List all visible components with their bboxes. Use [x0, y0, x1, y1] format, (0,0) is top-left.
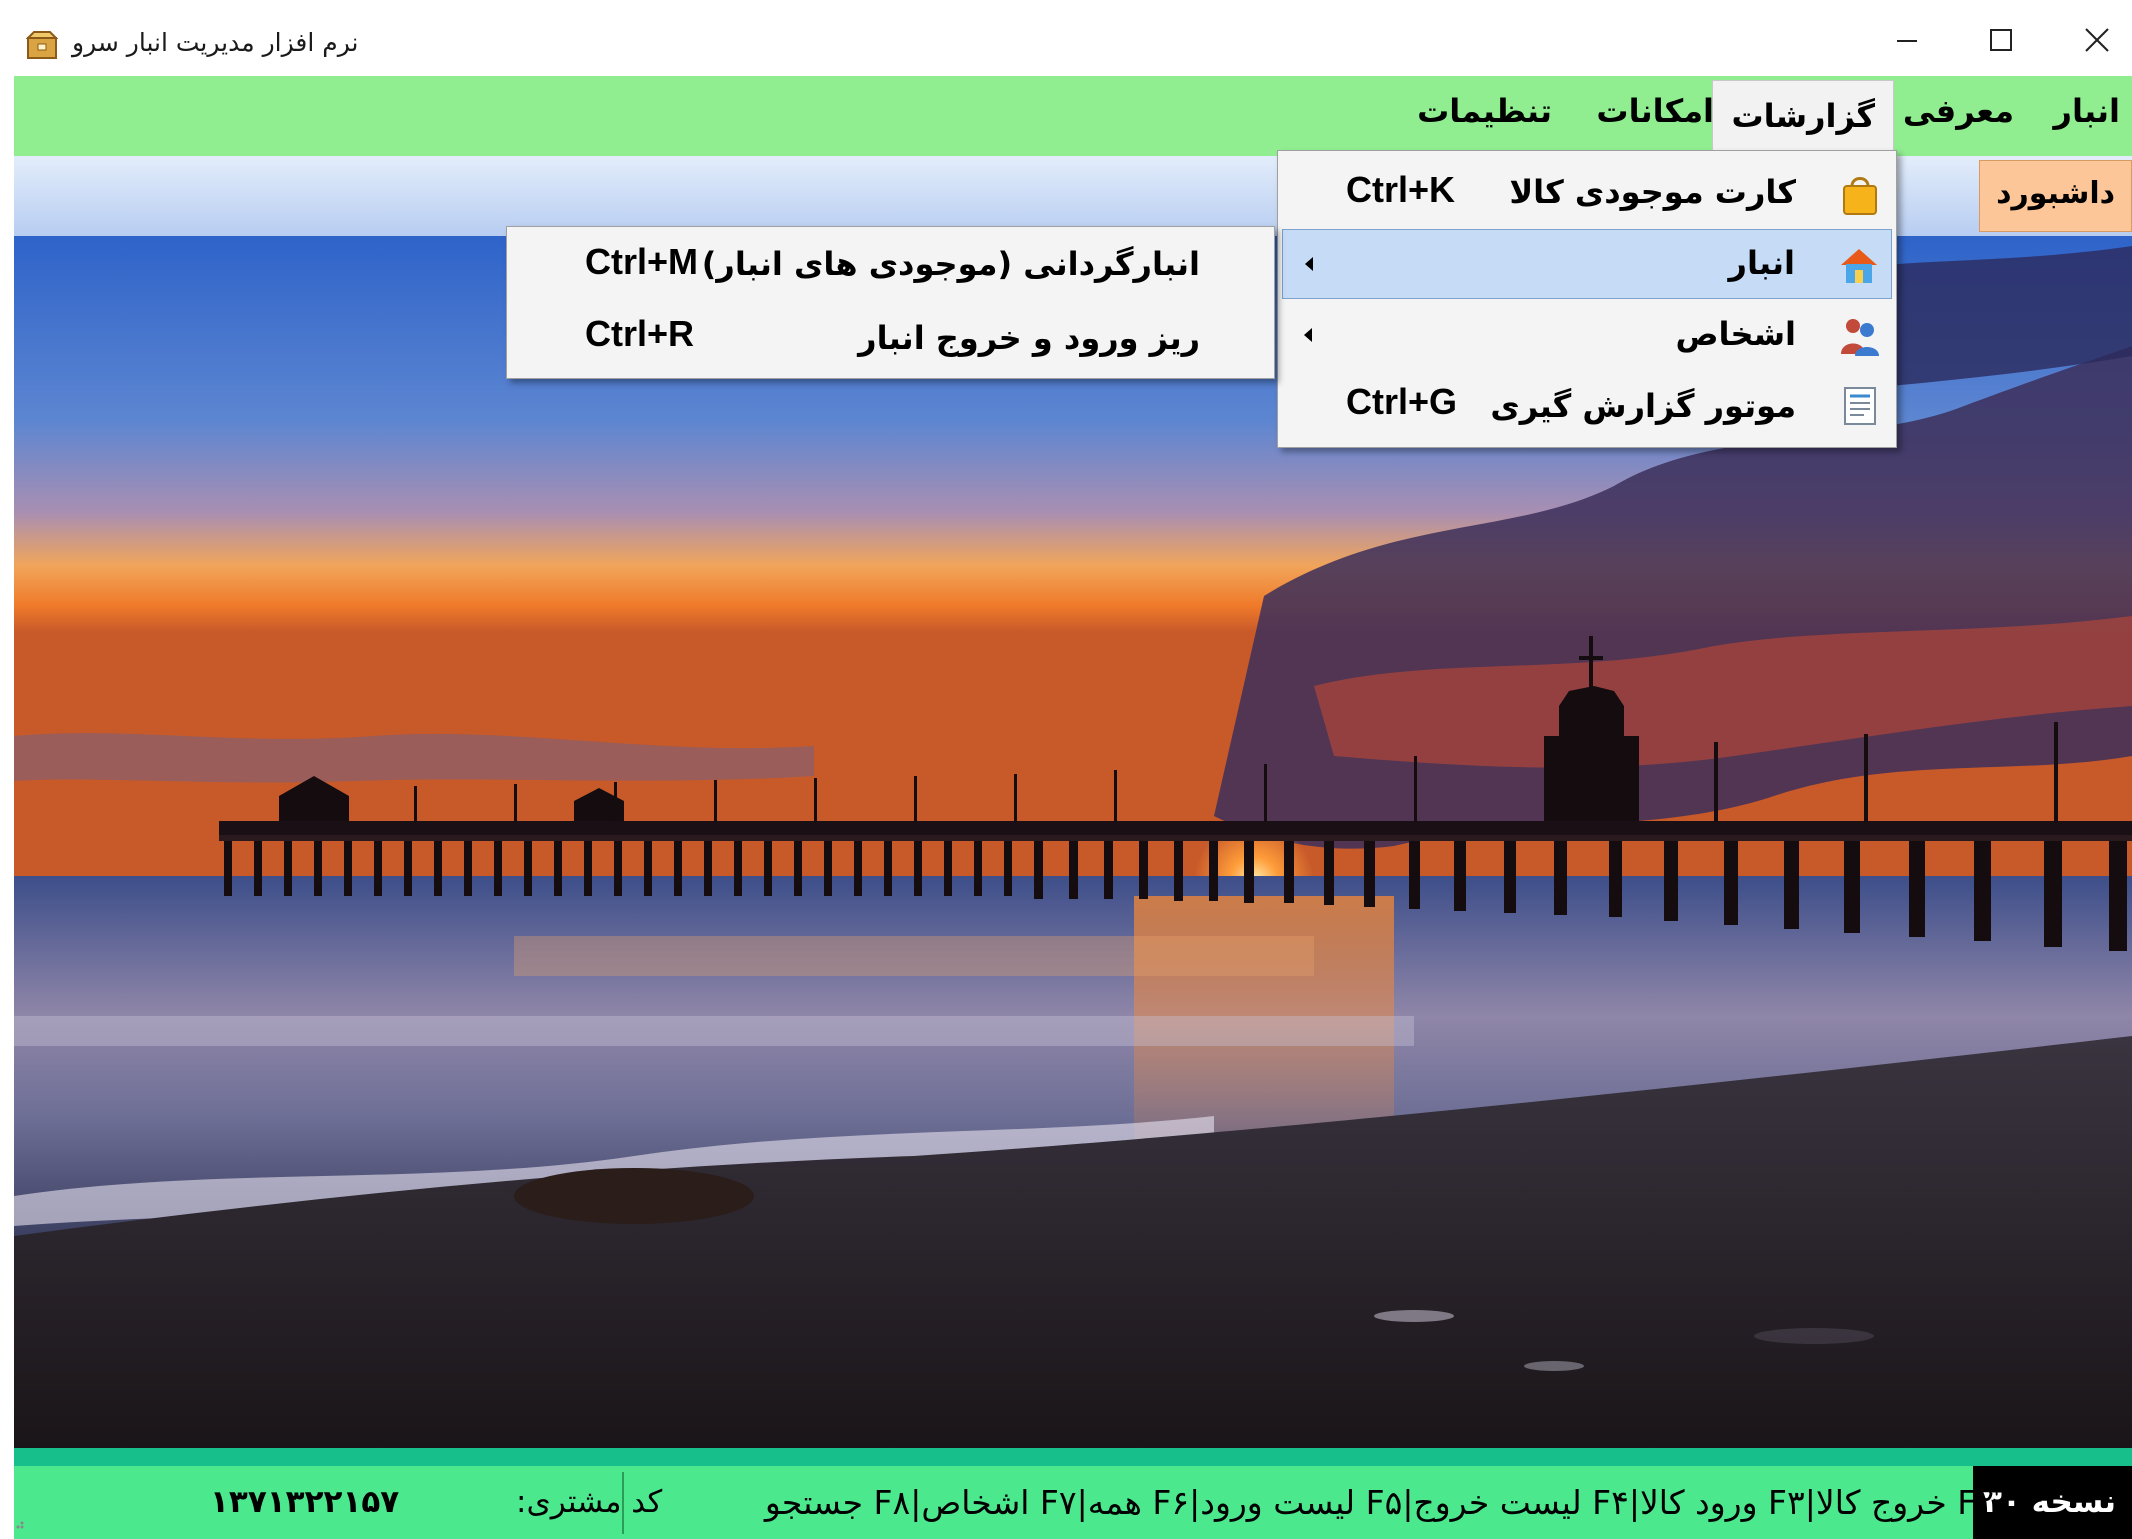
- menu-item-warehouse-movements[interactable]: ریز ورود و خروج انبار Ctrl+R: [511, 303, 1270, 373]
- menu-item-label: موتور گزارش گیری: [1490, 387, 1796, 425]
- menu-settings[interactable]: تنظیمات: [1417, 92, 1552, 130]
- menu-bar: انبار معرفی گزارشات امکانات تنظیمات: [14, 76, 2132, 156]
- shopping-bag-icon: [1838, 172, 1882, 216]
- window-title: نرم افزار مدیریت انبار سرو: [72, 28, 359, 57]
- menu-item-persons[interactable]: اشخاص: [1282, 301, 1892, 371]
- menu-item-label: کارت موجودی کالا: [1509, 173, 1796, 211]
- minimize-icon: [1896, 29, 1918, 55]
- warehouse-box-icon: [25, 30, 59, 60]
- close-button[interactable]: [2062, 14, 2132, 70]
- customer-code-label: کد مشتری:: [516, 1484, 663, 1520]
- menu-item-label: ریز ورود و خروج انبار: [858, 319, 1200, 357]
- menu-item-shortcut: Ctrl+R: [585, 313, 695, 354]
- title-bar: نرم افزار مدیریت انبار سرو: [0, 0, 2132, 76]
- menu-item-shortcut: Ctrl+M: [585, 241, 699, 282]
- status-bar-content: نسخه ۳۰ F۲ خروج کالا|F۳ ورود کالا|F۴ لیس…: [14, 1466, 2132, 1539]
- menu-item-label: انبار: [1728, 244, 1795, 282]
- menu-item-shortcut: Ctrl+G: [1346, 381, 1458, 422]
- menu-item-stock-card[interactable]: کارت موجودی کالا Ctrl+K: [1282, 159, 1892, 229]
- menu-item-warehouse[interactable]: انبار: [1282, 229, 1892, 299]
- status-bar: نسخه ۳۰ F۲ خروج کالا|F۳ ورود کالا|F۴ لیس…: [14, 1448, 2132, 1539]
- report-document-icon: [1838, 384, 1882, 428]
- maximize-button[interactable]: [1966, 14, 2036, 70]
- submenu-arrow-icon: [1305, 257, 1313, 271]
- tab-dashboard[interactable]: داشبورد: [1979, 160, 2132, 232]
- menu-warehouse[interactable]: انبار: [2054, 92, 2120, 130]
- warehouse-house-icon: [1837, 243, 1881, 287]
- maximize-icon: [1989, 28, 2013, 56]
- people-icon: [1838, 314, 1882, 358]
- resize-grip-icon[interactable]: [14, 1515, 30, 1531]
- warehouse-submenu: انبارگردانی (موجودی های انبار) Ctrl+M ری…: [506, 226, 1275, 379]
- menu-item-shortcut: Ctrl+K: [1346, 169, 1456, 210]
- menu-item-label: اشخاص: [1675, 315, 1796, 353]
- close-icon: [2084, 27, 2110, 57]
- menu-item-label: انبارگردانی (موجودی های انبار): [701, 245, 1200, 283]
- menu-item-stocktaking[interactable]: انبارگردانی (موجودی های انبار) Ctrl+M: [511, 231, 1270, 301]
- keyboard-shortcut-hints: F۲ خروج کالا|F۳ ورود کالا|F۴ لیست خروج|F…: [764, 1483, 1994, 1522]
- menu-introduction[interactable]: معرفی: [1903, 92, 2014, 130]
- submenu-arrow-icon: [1304, 328, 1312, 342]
- version-label: نسخه ۳۰: [1973, 1466, 2132, 1539]
- menu-features[interactable]: امکانات: [1596, 92, 1714, 130]
- reports-menu: کارت موجودی کالا Ctrl+K انبار اشخاص موتو…: [1277, 150, 1897, 448]
- menu-item-report-engine[interactable]: موتور گزارش گیری Ctrl+G: [1282, 371, 1892, 441]
- menu-reports[interactable]: گزارشات: [1712, 80, 1894, 156]
- customer-code-value: ۱۳۷۱۳۲۲۱۵۷: [210, 1484, 400, 1520]
- minimize-button[interactable]: [1872, 14, 1942, 70]
